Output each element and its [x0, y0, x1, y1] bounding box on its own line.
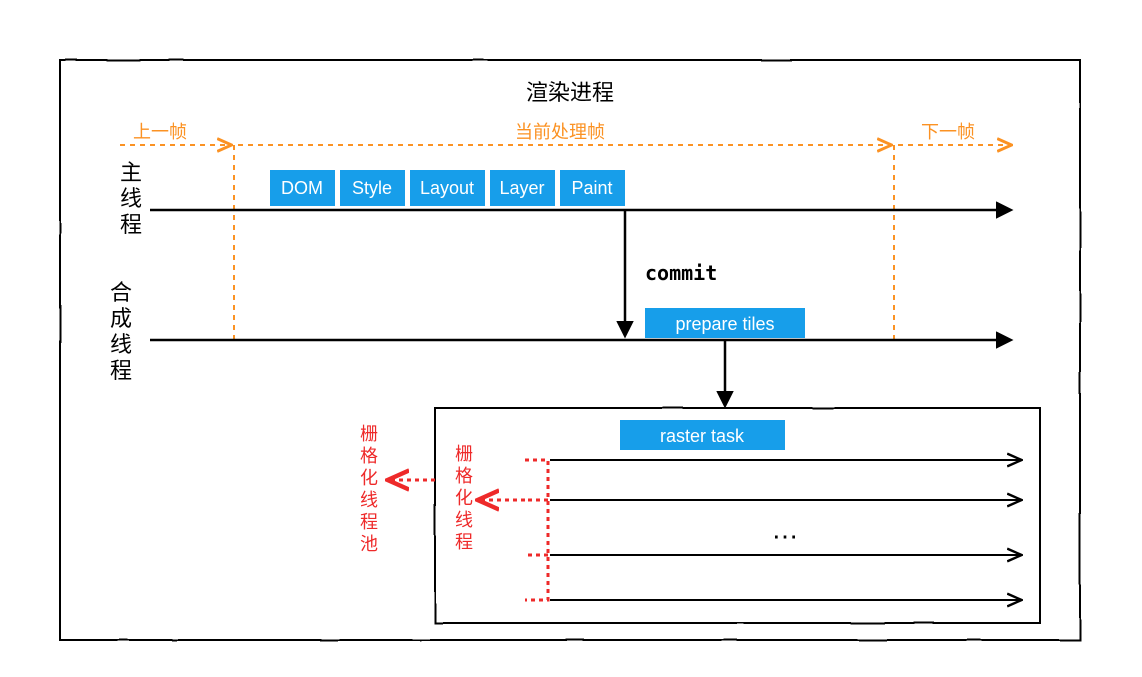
raster-thread-label: 栅 格 化 线 程: [455, 444, 478, 552]
svg-text:prepare tiles: prepare tiles: [675, 314, 774, 334]
lane-main: 主 线 程 DOM Style Layout Layer Paint: [120, 160, 1010, 237]
pipeline-box-paint: Paint: [560, 170, 625, 206]
commit-label: commit: [645, 261, 717, 285]
svg-text:Layout: Layout: [420, 178, 474, 198]
pipeline-box-layer: Layer: [490, 170, 555, 206]
pipeline-box-style: Style: [340, 170, 405, 206]
diagram-title: 渲染进程: [526, 80, 614, 105]
svg-text:DOM: DOM: [281, 178, 323, 198]
frame-prev-label: 上一帧: [133, 122, 187, 142]
pipeline-box-layout: Layout: [410, 170, 485, 206]
svg-text:Layer: Layer: [499, 178, 544, 198]
svg-text:Paint: Paint: [571, 178, 612, 198]
svg-text:Style: Style: [352, 178, 392, 198]
frame-next-label: 下一帧: [921, 122, 975, 142]
raster-pool: raster task ⋯ 栅 格 化 线 程: [435, 408, 1040, 623]
svg-text:raster task: raster task: [660, 426, 745, 446]
lane-compositor: 合 成 线 程 prepare tiles: [110, 280, 1010, 383]
pipeline-box-dom: DOM: [270, 170, 335, 206]
lane-main-label: 主 线 程: [120, 160, 148, 237]
raster-pool-label: 栅 格 化 线 程 池: [360, 424, 383, 554]
frame-axis: 上一帧 当前处理帧 下一帧: [120, 122, 1010, 340]
diagram-svg: 渲染进程 上一帧 当前处理帧 下一帧 主 线 程 DOM Style: [0, 0, 1142, 677]
lane-compositor-label: 合 成 线 程: [110, 280, 138, 383]
raster-task-box: raster task: [620, 420, 785, 450]
outer-process-box: [60, 60, 1080, 640]
compositor-box-prepare-tiles: prepare tiles: [645, 308, 805, 338]
raster-ellipsis: ⋯: [772, 521, 798, 551]
frame-current-label: 当前处理帧: [515, 122, 605, 142]
